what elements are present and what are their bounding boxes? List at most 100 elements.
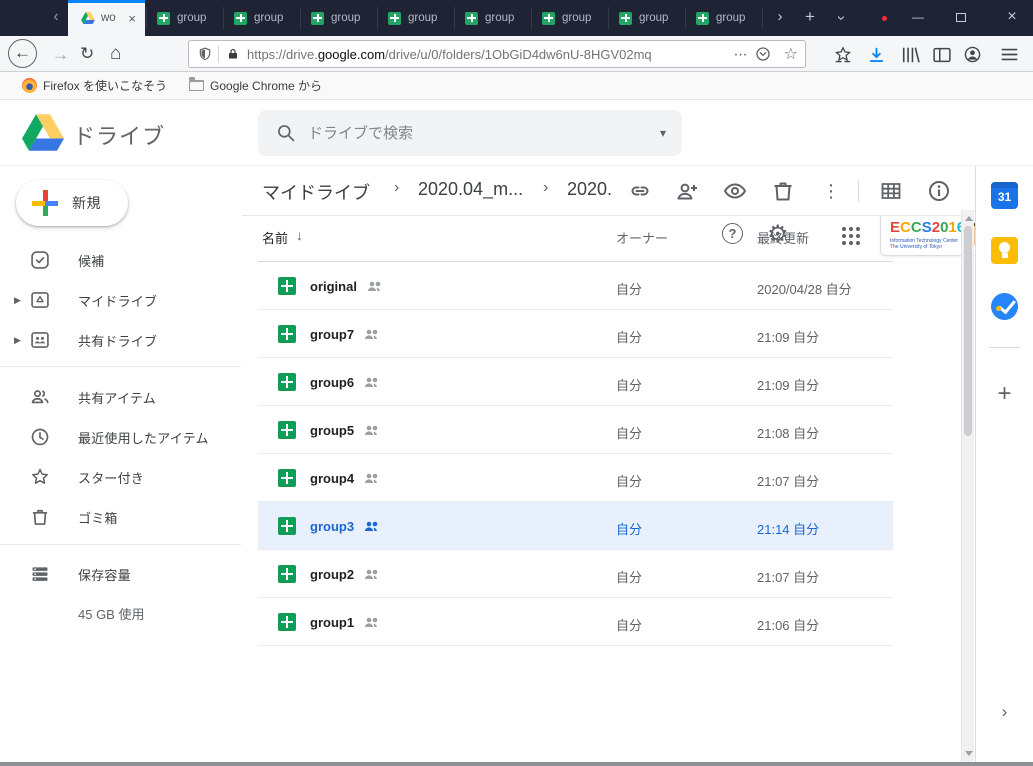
table-row[interactable]: group5 自分 21:08 自分 [258, 406, 893, 454]
breadcrumb-folder[interactable]: 2020.04_m... [418, 179, 523, 200]
bookmark-label: Firefox を使いこなそう [43, 77, 167, 94]
expand-arrow-icon[interactable]: ▶ [14, 295, 21, 306]
bookmark-folder-chrome[interactable]: Google Chrome から [189, 77, 322, 94]
drive-logo-icon[interactable] [22, 114, 64, 151]
sort-arrow-icon[interactable]: ↓ [296, 227, 303, 243]
sidebar-item-shared-with-me[interactable]: 共有アイテム [0, 377, 241, 417]
tab-scroll-left-icon[interactable]: ‹ [46, 0, 66, 36]
tab-label: group [562, 12, 591, 24]
sidebar-item-starred[interactable]: スター付き [0, 457, 241, 497]
file-modified: 21:08 自分 [757, 423, 819, 442]
window-maximize-button[interactable] [956, 13, 966, 22]
table-row[interactable]: group1 自分 21:06 自分 [258, 598, 893, 646]
sheets-icon [696, 12, 709, 25]
sidebar-item-recent[interactable]: 最近使用したアイテム [0, 417, 241, 457]
tab-group[interactable]: group [455, 0, 531, 36]
file-name: group2 [310, 567, 354, 582]
help-icon[interactable]: ? [722, 223, 743, 244]
breadcrumb-my-drive[interactable]: マイドライブ [262, 179, 370, 205]
preview-eye-icon[interactable] [723, 179, 747, 203]
breadcrumb-chevron-icon: › [543, 179, 548, 197]
sidebar-item-shared-drives[interactable]: ▶ 共有ドライブ [0, 320, 241, 360]
collapse-panel-icon[interactable]: › [976, 702, 1033, 722]
window-minimize-button[interactable]: — [904, 0, 932, 36]
column-header-name[interactable]: 名前 [262, 228, 288, 247]
menu-icon[interactable] [1001, 48, 1018, 61]
search-icon[interactable] [276, 123, 296, 143]
tab-overflow-right-icon[interactable]: › [768, 0, 792, 36]
file-name: group4 [310, 471, 354, 486]
search-bar[interactable]: ▾ [258, 110, 682, 156]
back-button[interactable]: ← [8, 39, 37, 68]
pocket-icon[interactable] [755, 46, 771, 62]
scroll-down-arrow[interactable] [965, 751, 973, 756]
reload-button[interactable]: ↻ [80, 45, 94, 62]
sidebar-item-trash[interactable]: ゴミ箱 [0, 497, 241, 537]
scrollbar-thumb[interactable] [964, 226, 972, 436]
table-row[interactable]: group2 自分 21:07 自分 [258, 550, 893, 598]
grid-view-icon[interactable] [879, 179, 903, 203]
column-header-owner[interactable]: オーナー [616, 228, 668, 247]
tab-drive[interactable]: wo × [68, 0, 145, 36]
bookmark-star-icon[interactable]: ☆ [784, 44, 798, 64]
forward-button[interactable]: → [52, 46, 69, 63]
table-row[interactable]: group4 自分 21:07 自分 [258, 454, 893, 502]
table-row[interactable]: original 自分 2020/04/28 自分 [258, 262, 893, 310]
tab-separator [223, 7, 224, 29]
google-apps-grid-icon[interactable] [842, 227, 846, 231]
scroll-up-arrow[interactable] [965, 216, 973, 221]
search-input[interactable] [308, 125, 660, 142]
sheets-icon [278, 421, 296, 439]
tab-group[interactable]: group [147, 0, 223, 36]
url-text[interactable]: https://drive.google.com/drive/u/0/folde… [247, 47, 727, 62]
add-addon-button[interactable]: + [976, 380, 1033, 408]
sheets-icon [234, 12, 247, 25]
sheets-icon [465, 12, 478, 25]
url-bar[interactable]: https://drive.google.com/drive/u/0/folde… [188, 40, 806, 68]
search-options-dropdown-icon[interactable]: ▾ [660, 126, 666, 140]
library-icon[interactable] [901, 47, 921, 63]
eccs-subtext: Information Technology CenterThe Univers… [890, 238, 958, 250]
list-all-tabs-icon[interactable]: › [822, 6, 858, 30]
tab-group[interactable]: group [378, 0, 454, 36]
info-icon[interactable] [927, 179, 951, 203]
expand-arrow-icon[interactable]: ▶ [14, 335, 21, 346]
tracking-shield-icon[interactable] [198, 46, 212, 62]
table-row-selected[interactable]: group3 自分 21:14 自分 [258, 502, 893, 550]
table-row[interactable]: group6 自分 21:09 自分 [258, 358, 893, 406]
url-overflow-icon[interactable]: ⋯ [734, 46, 748, 63]
new-button[interactable]: 新規 [16, 180, 128, 226]
tab-group[interactable]: group [686, 0, 762, 36]
tab-group[interactable]: group [301, 0, 377, 36]
new-tab-button[interactable]: + [798, 0, 822, 36]
home-button[interactable]: ⌂ [110, 44, 121, 63]
table-row[interactable]: group7 自分 21:09 自分 [258, 310, 893, 358]
breadcrumb-current-folder[interactable]: 2020. [567, 179, 612, 200]
more-actions-icon[interactable]: ⋮ [819, 179, 843, 203]
window-close-button[interactable]: × [998, 0, 1026, 36]
account-icon[interactable] [964, 46, 981, 63]
bookmarks-menu-icon[interactable] [834, 47, 852, 63]
bookmark-firefox[interactable]: Firefox を使いこなそう [22, 77, 167, 94]
sidebar-toggle-icon[interactable] [933, 47, 951, 63]
sidebar-item-storage[interactable]: 保存容量 [0, 554, 241, 594]
column-header-modified[interactable]: 最終更新 [757, 228, 809, 247]
tab-group[interactable]: group [224, 0, 300, 36]
tab-separator [531, 7, 532, 29]
sidebar-item-label: 最近使用したアイテム [78, 428, 209, 447]
calendar-icon[interactable]: 31 [991, 182, 1018, 209]
sheets-icon [388, 12, 401, 25]
tab-group[interactable]: group [532, 0, 608, 36]
tab-group[interactable]: group [609, 0, 685, 36]
tasks-icon[interactable] [991, 293, 1018, 320]
delete-trash-icon[interactable] [771, 179, 795, 203]
keep-icon[interactable] [991, 237, 1018, 264]
downloads-icon[interactable] [868, 47, 885, 63]
add-person-icon[interactable] [675, 179, 699, 203]
bookmark-label: Google Chrome から [210, 77, 322, 94]
get-link-icon[interactable] [628, 179, 652, 203]
sidebar-item-priority[interactable]: 候補 [0, 240, 241, 280]
tab-close-icon[interactable]: × [128, 11, 136, 26]
page-scrollbar[interactable] [961, 210, 974, 762]
sidebar-item-my-drive[interactable]: ▶ マイドライブ [0, 280, 241, 320]
